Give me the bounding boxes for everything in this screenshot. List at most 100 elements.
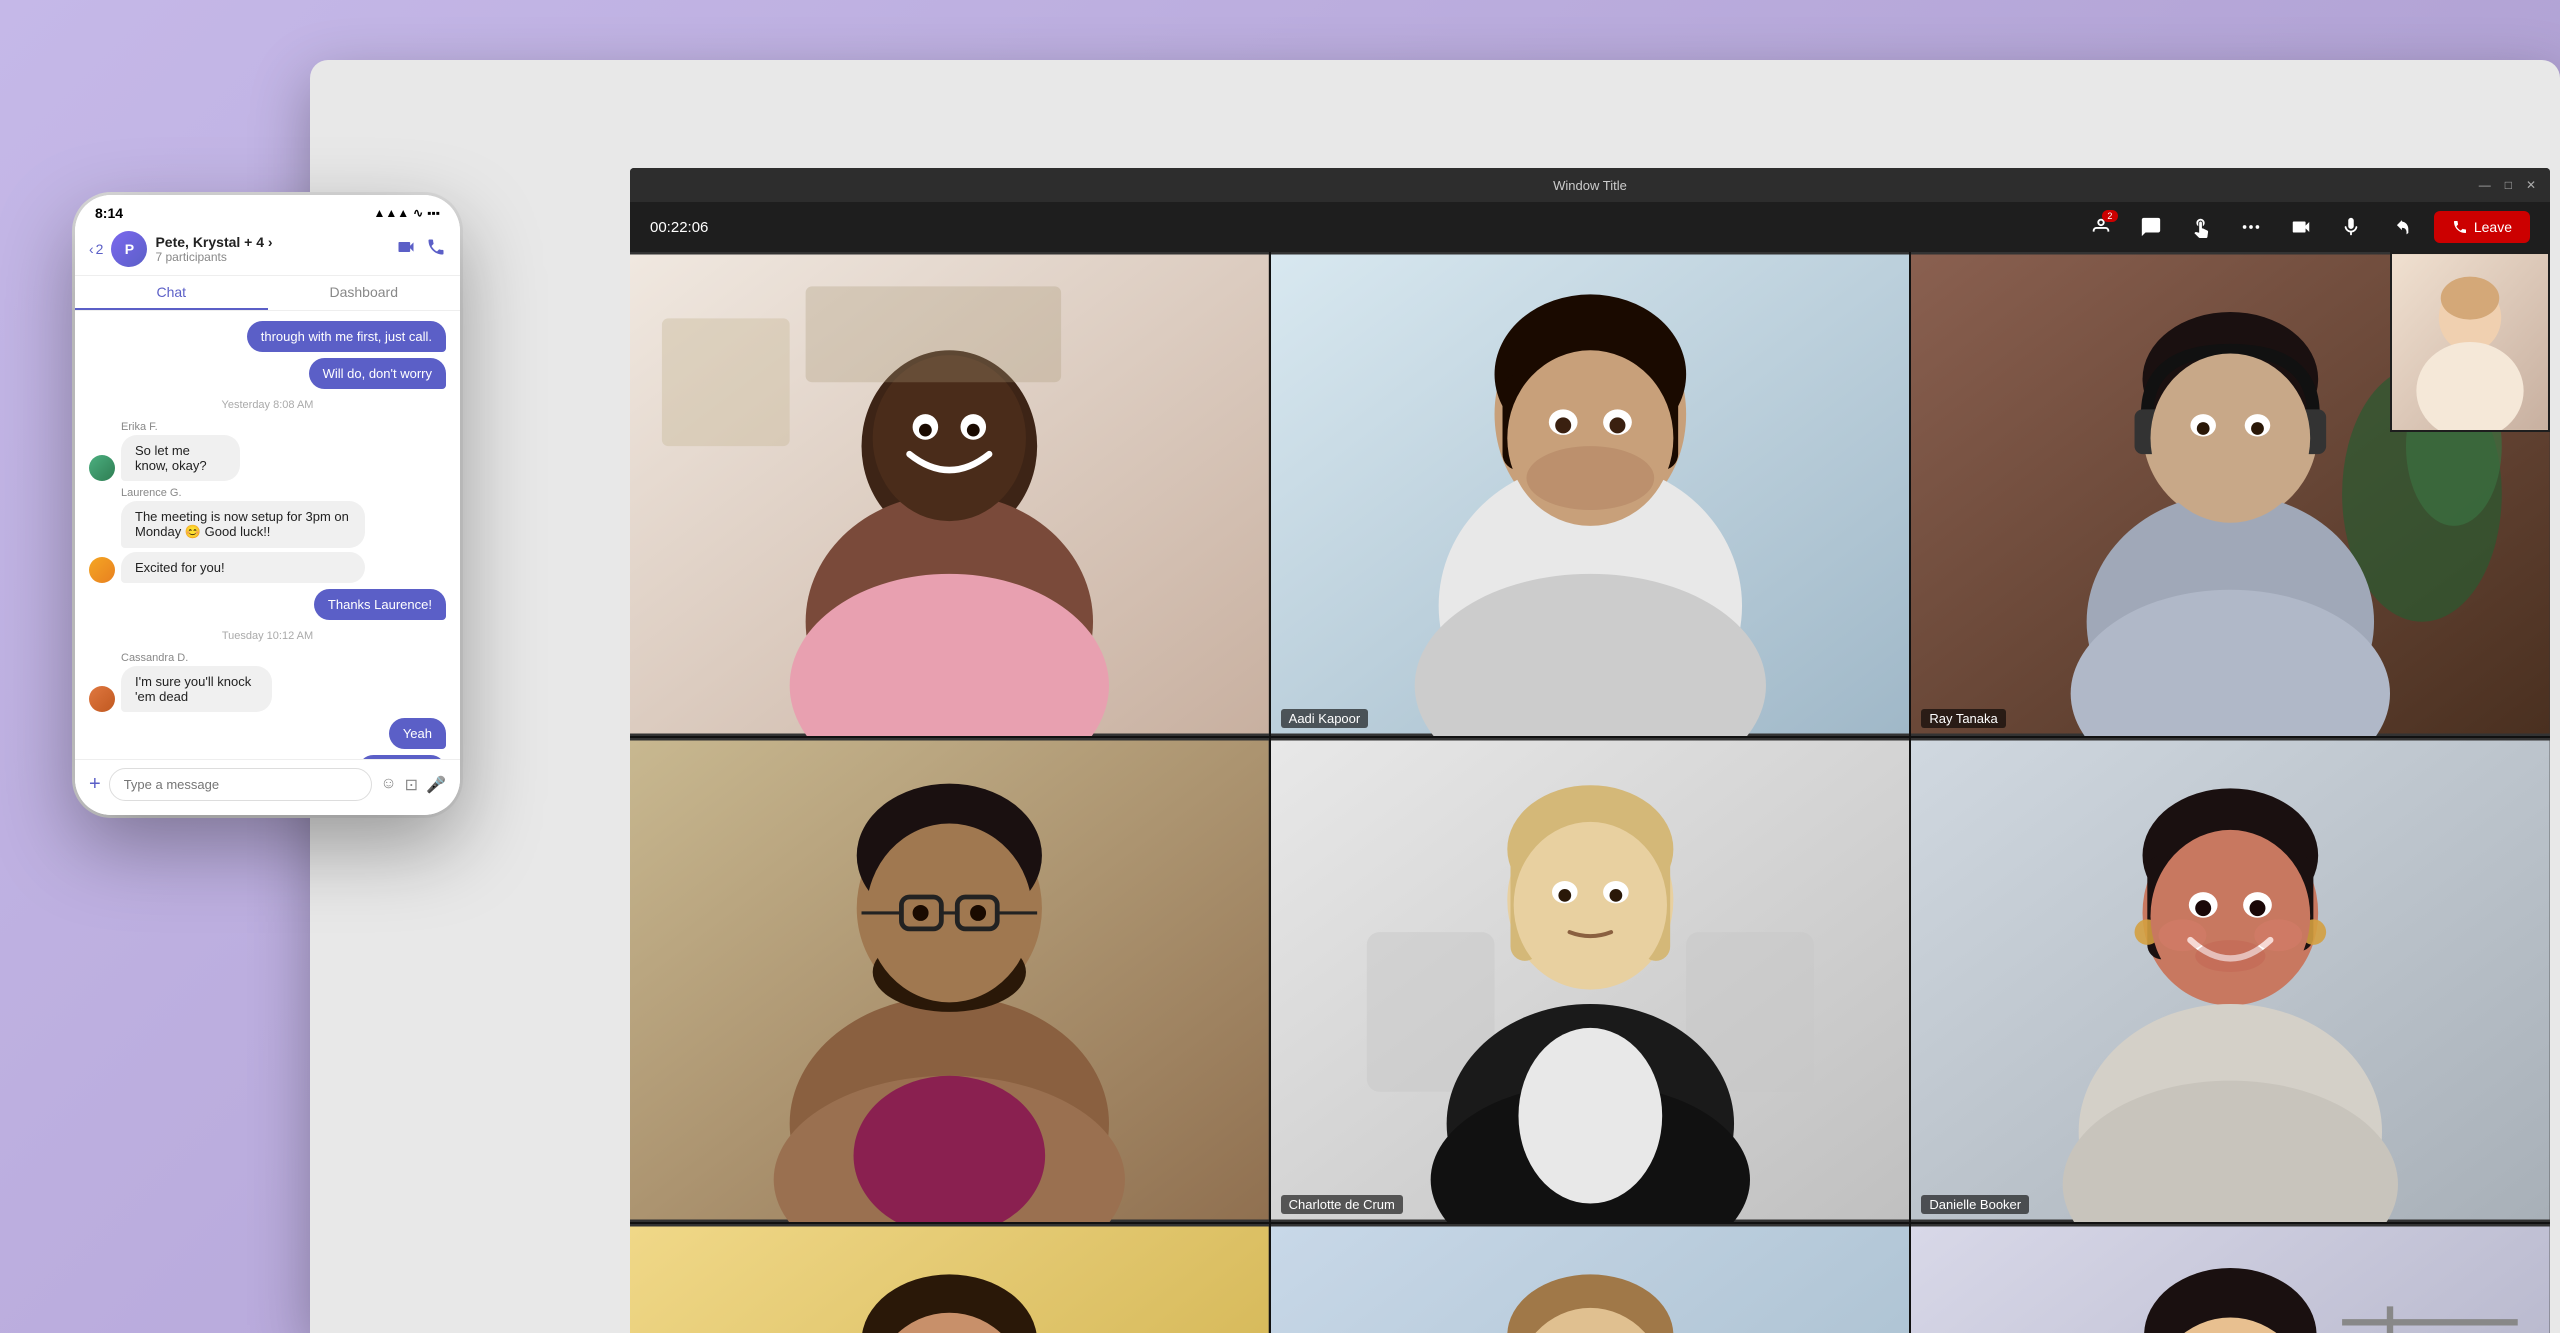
- emoji-icon[interactable]: ☺: [380, 775, 396, 795]
- person-4-video: [630, 738, 1269, 1222]
- video-name-ray: Ray Tanaka: [1921, 709, 2005, 728]
- camera-button[interactable]: [2284, 210, 2318, 244]
- wifi-icon: ∿: [413, 206, 423, 220]
- share-button[interactable]: [2384, 210, 2418, 244]
- camera-icon: [2290, 216, 2312, 238]
- video-name-charlotte: Charlotte de Crum: [1281, 1195, 1403, 1214]
- person-8-video: [1271, 1224, 1910, 1333]
- sender-erika: Erika F.: [121, 421, 279, 433]
- leave-phone-icon: [2452, 219, 2468, 235]
- person-1-video: [630, 252, 1269, 736]
- share-icon: [2390, 216, 2412, 238]
- video-cell-8: Nathan Rigby: [1271, 1224, 1910, 1333]
- video-cell-4: [630, 738, 1269, 1222]
- raise-hand-button[interactable]: [2184, 210, 2218, 244]
- message-row-laurence: Laurence G. The meeting is now setup for…: [89, 487, 446, 583]
- participants-button[interactable]: 2: [2084, 210, 2118, 244]
- dropdown-chevron-icon: ›: [268, 234, 273, 250]
- back-chevron-icon: ‹: [89, 241, 94, 257]
- group-avatar: P: [111, 231, 147, 267]
- chat-group-name: Pete, Krystal + 4 ›: [155, 234, 388, 250]
- video-name-danielle: Danielle Booker: [1921, 1195, 2029, 1214]
- cassandra-avatar: [89, 686, 115, 712]
- signal-icon: ▲▲▲: [374, 206, 410, 220]
- message-laurence-1: The meeting is now setup for 3pm on Mond…: [121, 501, 365, 548]
- mic-icon: [2340, 216, 2362, 238]
- video-grid: Aadi Kapoor: [630, 252, 2550, 1333]
- message-cassandra: I'm sure you'll knock 'em dead: [121, 666, 272, 712]
- message-row-erika: Erika F. So let me know, okay?: [89, 421, 446, 481]
- back-count: 2: [96, 241, 104, 257]
- tab-dashboard[interactable]: Dashboard: [268, 276, 461, 310]
- camera-photo-icon[interactable]: ⊡: [405, 775, 418, 795]
- meeting-toolbar: 00:22:06 2: [630, 202, 2550, 252]
- self-view: [2390, 252, 2550, 432]
- laptop-frame: Window Title — □ ✕ 00:22:06 2: [310, 60, 2560, 1333]
- meeting-window: Window Title — □ ✕ 00:22:06 2: [630, 168, 2550, 1333]
- phone-call-icon[interactable]: [426, 237, 446, 262]
- back-button[interactable]: ‹ 2: [89, 241, 103, 257]
- video-cell-7: [630, 1224, 1269, 1333]
- participant-count-label: 7 participants: [155, 250, 388, 264]
- meeting-timer: 00:22:06: [650, 219, 708, 236]
- mic-button[interactable]: [2334, 210, 2368, 244]
- add-attachment-button[interactable]: +: [89, 773, 101, 796]
- sender-cassandra: Cassandra D.: [121, 652, 322, 664]
- status-time: 8:14: [95, 205, 123, 221]
- raise-hand-icon: [2190, 216, 2212, 238]
- video-cell-5: Charlotte de Crum: [1271, 738, 1910, 1222]
- more-options-button[interactable]: [2234, 210, 2268, 244]
- maximize-button[interactable]: □: [2505, 178, 2512, 192]
- video-cell-2: Aadi Kapoor: [1271, 252, 1910, 736]
- message-2: Will do, don't worry: [309, 358, 446, 389]
- message-1: through with me first, just call.: [247, 321, 446, 352]
- msg-cassandra-container: Cassandra D. I'm sure you'll knock 'em d…: [89, 652, 446, 712]
- video-cell-1: [630, 252, 1269, 736]
- video-call-icon[interactable]: [396, 237, 416, 262]
- minimize-button[interactable]: —: [2479, 178, 2491, 192]
- person-9-video: [1911, 1224, 2550, 1333]
- person-5-video: [1271, 738, 1910, 1222]
- phone-status-bar: 8:14 ▲▲▲ ∿ ▪▪▪: [75, 195, 460, 225]
- erika-avatar: [89, 455, 115, 481]
- participant-badge: 2: [2102, 210, 2118, 222]
- chat-icon: [2140, 216, 2162, 238]
- video-cell-3: Ray Tanaka: [1911, 252, 2550, 736]
- window-controls: — □ ✕: [2479, 178, 2536, 192]
- close-button[interactable]: ✕: [2526, 178, 2536, 192]
- mic-audio-icon[interactable]: 🎤: [426, 775, 446, 795]
- laurence-avatar: [89, 557, 115, 583]
- phone-frame: 8:14 ▲▲▲ ∿ ▪▪▪ ‹ 2 P Pete, Krystal + 4 ›…: [75, 195, 460, 815]
- tab-chat[interactable]: Chat: [75, 276, 268, 310]
- chat-header-info: Pete, Krystal + 4 › 7 participants: [155, 234, 388, 264]
- chat-button[interactable]: [2134, 210, 2168, 244]
- window-title: Window Title: [1553, 178, 1627, 193]
- msg-laurence-container: Laurence G. The meeting is now setup for…: [89, 487, 446, 583]
- message-yeah: Yeah: [389, 718, 446, 749]
- sender-laurence: Laurence G.: [121, 487, 446, 499]
- message-erika: So let me know, okay?: [121, 435, 240, 481]
- battery-icon: ▪▪▪: [427, 206, 440, 220]
- message-row-cassandra: Cassandra D. I'm sure you'll knock 'em d…: [89, 652, 446, 712]
- timestamp-2: Tuesday 10:12 AM: [89, 630, 446, 642]
- person-6-video: [1911, 738, 2550, 1222]
- status-icons: ▲▲▲ ∿ ▪▪▪: [374, 206, 440, 220]
- chat-header: ‹ 2 P Pete, Krystal + 4 › 7 participants: [75, 225, 460, 276]
- video-cell-9: Krystal McKinney: [1911, 1224, 2550, 1333]
- person-7-video: [630, 1224, 1269, 1333]
- timestamp-1: Yesterday 8:08 AM: [89, 399, 446, 411]
- video-name-aadi: Aadi Kapoor: [1281, 709, 1369, 728]
- msg-erika-container: Erika F. So let me know, okay?: [89, 421, 446, 481]
- message-input[interactable]: [109, 768, 373, 801]
- message-thanks-laurence: Thanks Laurence!: [314, 589, 446, 620]
- more-icon: [2240, 216, 2262, 238]
- chat-messages-list[interactable]: through with me first, just call. Will d…: [75, 311, 460, 759]
- leave-button[interactable]: Leave: [2434, 211, 2530, 243]
- message-laurence-2: Excited for you!: [121, 552, 365, 583]
- self-view-video: [2392, 254, 2548, 430]
- video-cell-6: Danielle Booker: [1911, 738, 2550, 1222]
- chat-input-bar: + ☺ ⊡ 🎤: [75, 759, 460, 815]
- leave-label: Leave: [2474, 219, 2512, 235]
- person-2-video: [1271, 252, 1910, 736]
- input-icon-group: ☺ ⊡ 🎤: [380, 775, 446, 795]
